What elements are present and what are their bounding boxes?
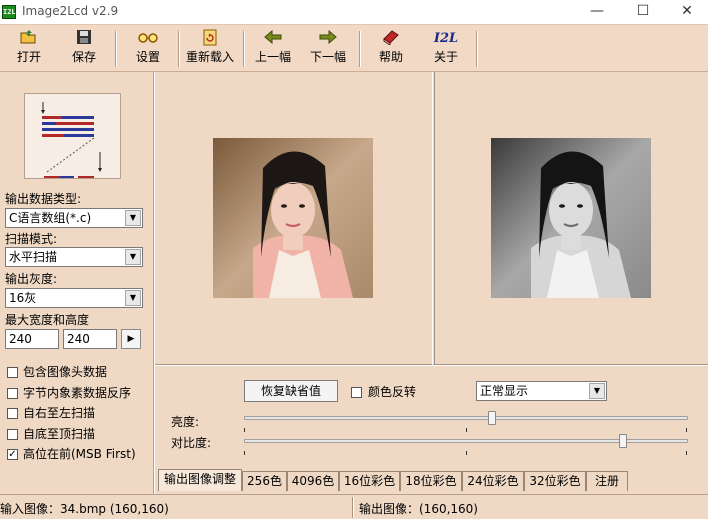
contrast-label: 对比度: <box>171 436 212 450</box>
output-type-label: 输出数据类型: <box>5 192 82 206</box>
maximize-button[interactable]: ☐ <box>620 0 666 24</box>
option-label: 高位在前(MSB First) <box>23 447 136 461</box>
dropdown-arrow-icon: ▼ <box>125 249 141 265</box>
brightness-slider-thumb[interactable] <box>488 411 496 425</box>
display-mode-select[interactable]: 正常显示 ▼ <box>476 381 607 401</box>
about-button[interactable]: I2L 关于 <box>424 29 468 71</box>
scan-mode-select[interactable]: 水平扫描 ▼ <box>5 247 143 267</box>
output-gray-label: 输出灰度: <box>5 272 58 286</box>
toolbar: 打开 保存 设置 重新载入 上一幅 下一幅 帮助 I2L 关于 <box>0 24 708 72</box>
tab-6[interactable]: 32位彩色 <box>524 471 586 491</box>
dropdown-arrow-icon: ▼ <box>125 290 141 306</box>
dropdown-arrow-icon: ▼ <box>589 383 605 399</box>
option-checkbox[interactable] <box>7 388 18 399</box>
open-folder-icon <box>6 29 52 49</box>
window-title: Image2Lcd v2.9 <box>22 4 119 18</box>
option-checkbox[interactable]: ✓ <box>7 449 18 460</box>
input-image-preview <box>213 138 373 298</box>
dropdown-arrow-icon: ▼ <box>125 210 141 226</box>
slider-tick <box>244 451 245 455</box>
tab-1[interactable]: 256色 <box>242 471 287 491</box>
toolbar-separator <box>178 31 180 67</box>
tab-4[interactable]: 18位彩色 <box>400 471 462 491</box>
brightness-slider-track[interactable] <box>244 416 688 420</box>
max-size-label: 最大宽度和高度 <box>5 313 90 327</box>
status-bar: 输入图像：34.bmp (160,160) 输出图像：(160,160) <box>0 494 708 519</box>
tab-2[interactable]: 4096色 <box>287 471 339 491</box>
reload-button[interactable]: 重新载入 <box>183 29 237 71</box>
glasses-icon <box>125 29 171 49</box>
reload-document-icon <box>183 29 237 49</box>
status-separator <box>352 497 354 518</box>
option-label: 包含图像头数据 <box>23 365 108 379</box>
preview-divider <box>432 72 435 365</box>
help-book-icon <box>369 29 413 49</box>
output-type-select[interactable]: C语言数组(*.c) ▼ <box>5 208 143 228</box>
slider-tick <box>686 451 687 455</box>
scan-mode-label: 扫描模式: <box>5 232 58 246</box>
help-button[interactable]: 帮助 <box>369 29 413 71</box>
option-label: 自底至顶扫描 <box>23 427 96 441</box>
option-checkbox[interactable] <box>7 367 18 378</box>
option-checkbox[interactable] <box>7 408 18 419</box>
toolbar-separator <box>359 31 361 67</box>
tab-7[interactable]: 注册 <box>586 471 628 491</box>
tab-5[interactable]: 24位彩色 <box>462 471 524 491</box>
slider-tick <box>466 451 467 455</box>
previous-image-button[interactable]: 上一幅 <box>249 29 297 71</box>
slider-tick <box>466 428 467 432</box>
output-image-status: 输出图像：(160,160) <box>359 502 478 516</box>
toolbar-separator <box>115 31 117 67</box>
toolbar-separator <box>243 31 245 67</box>
output-image-preview <box>491 138 651 298</box>
restore-defaults-button[interactable]: 恢复缺省值 <box>244 380 338 402</box>
settings-panel: 输出数据类型: C语言数组(*.c) ▼ 扫描模式: 水平扫描 ▼ 输出灰度: … <box>0 72 154 494</box>
settings-button[interactable]: 设置 <box>125 29 171 71</box>
output-gray-select[interactable]: 16灰 ▼ <box>5 288 143 308</box>
arrow-left-icon <box>249 29 297 49</box>
slider-tick <box>244 428 245 432</box>
apply-size-button[interactable]: ▶ <box>121 329 141 349</box>
save-button[interactable]: 保存 <box>61 29 107 71</box>
max-height-input[interactable]: 240 <box>63 329 117 349</box>
option-label: 自右至左扫描 <box>23 406 96 420</box>
close-button[interactable]: ✕ <box>664 0 708 24</box>
input-image-status: 输入图像：34.bmp (160,160) <box>0 502 169 516</box>
floppy-disk-icon <box>61 29 107 49</box>
tab-3[interactable]: 16位彩色 <box>339 471 400 491</box>
brightness-label: 亮度: <box>171 415 200 429</box>
app-icon: I2L <box>2 5 16 19</box>
title-bar: I2L Image2Lcd v2.9 — ☐ ✕ <box>0 0 708 24</box>
minimize-button[interactable]: — <box>574 0 620 24</box>
option-label: 字节内象素数据反序 <box>23 386 132 400</box>
slider-tick <box>686 428 687 432</box>
open-button[interactable]: 打开 <box>6 29 52 71</box>
tab-0[interactable]: 输出图像调整 <box>158 469 242 491</box>
toolbar-separator <box>476 31 478 67</box>
arrow-right-icon <box>304 29 352 49</box>
contrast-slider-thumb[interactable] <box>619 434 627 448</box>
option-checkbox[interactable] <box>7 429 18 440</box>
max-width-input[interactable]: 240 <box>5 329 59 349</box>
invert-colors-checkbox[interactable] <box>351 387 362 398</box>
app-logo-icon: I2L <box>433 31 459 46</box>
next-image-button[interactable]: 下一幅 <box>304 29 352 71</box>
scan-mode-diagram <box>24 93 121 179</box>
invert-colors-label: 颜色反转 <box>368 385 417 399</box>
